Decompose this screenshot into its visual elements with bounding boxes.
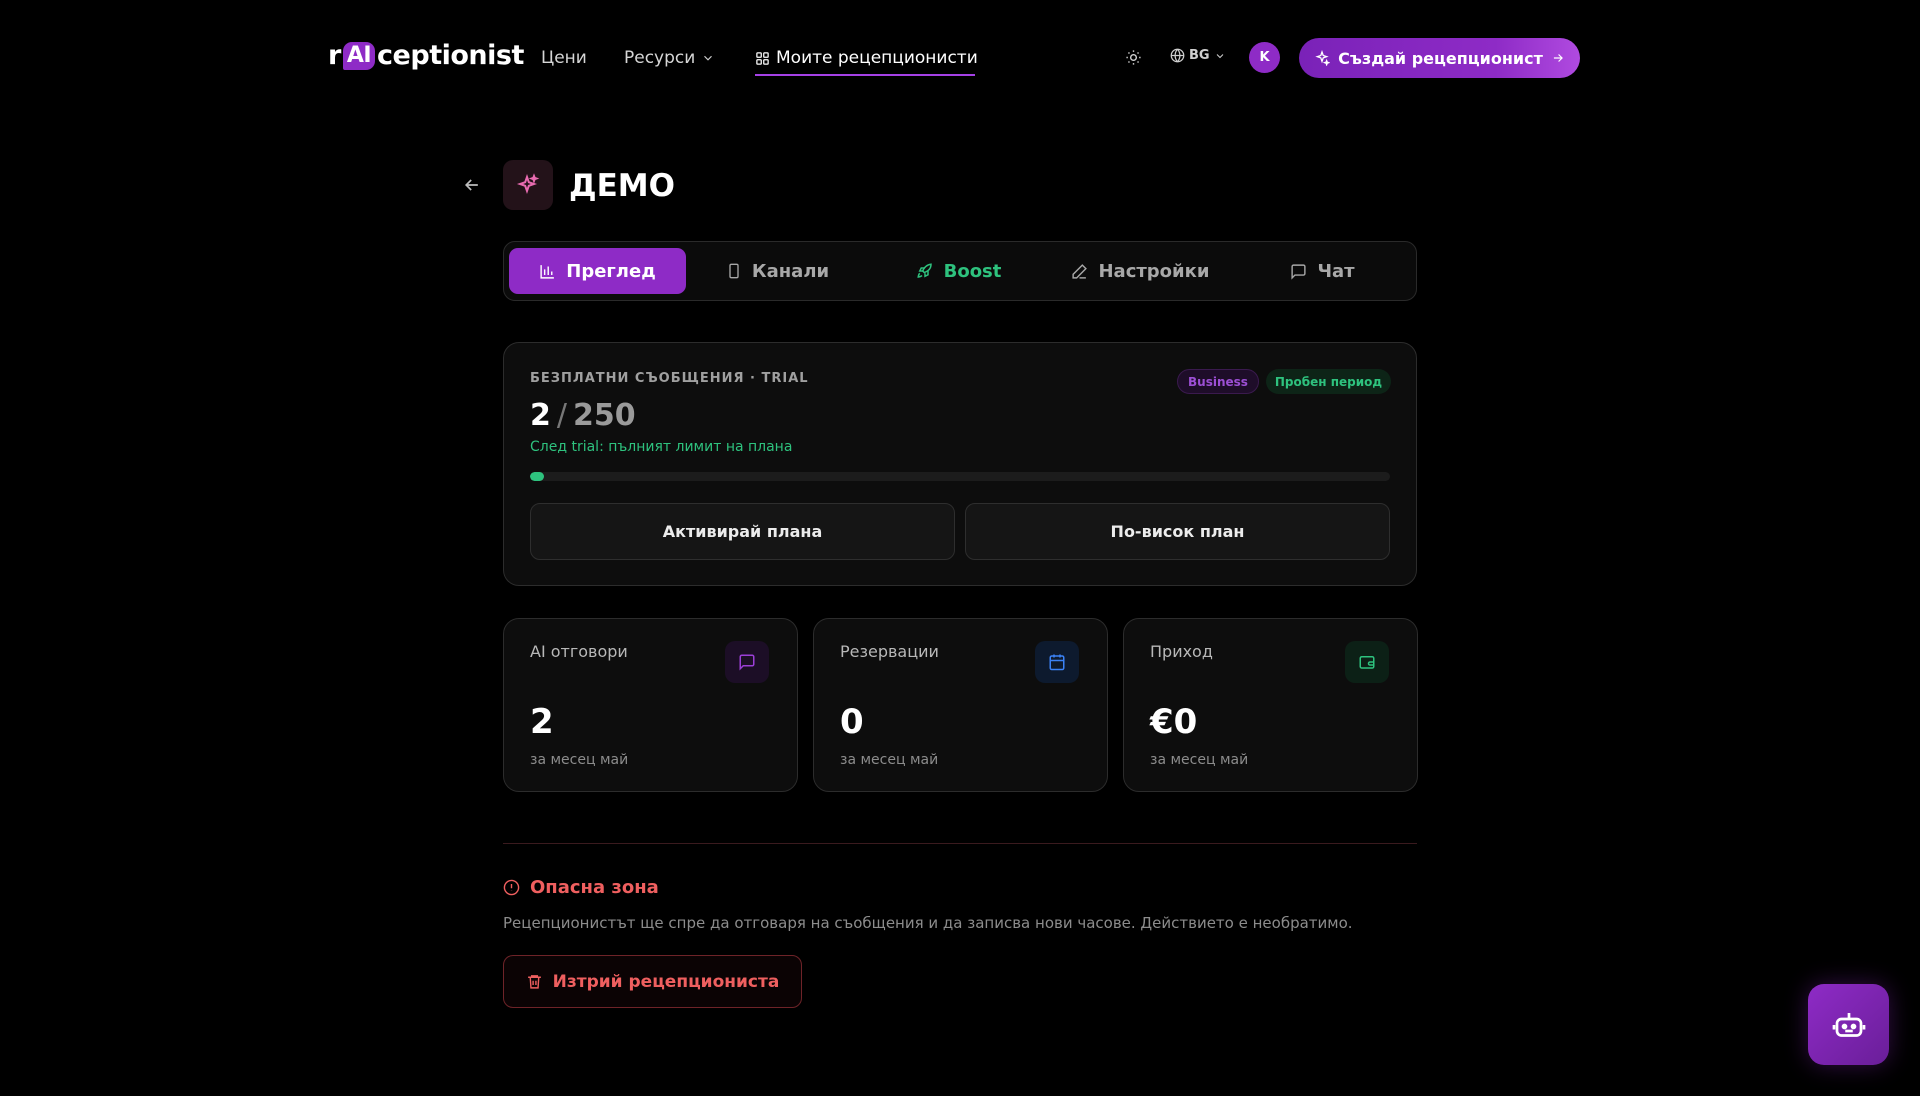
page-title: ДЕМО	[569, 168, 675, 204]
usage-progress-bar	[530, 472, 1390, 481]
tab-settings-label: Настройки	[1098, 260, 1210, 282]
status-badge: Пробен период	[1266, 369, 1391, 394]
trash-icon	[527, 975, 541, 989]
nav-pricing[interactable]: Цени	[541, 48, 587, 68]
language-selector[interactable]: BG	[1170, 48, 1226, 63]
tab-channels-label: Канали	[751, 260, 830, 282]
alert-circle-icon	[503, 879, 520, 896]
stat-label: AI отговори	[530, 642, 628, 661]
create-receptionist-label: Създай рецепционист	[1338, 48, 1543, 68]
nav-pricing-label: Цени	[541, 48, 587, 68]
sun-icon	[1126, 50, 1141, 65]
bot-icon	[1832, 1012, 1865, 1037]
nav-my-receptionists[interactable]: Моите рецепционисти	[755, 48, 978, 68]
upgrade-plan-label: По-висок план	[1110, 522, 1245, 541]
arrow-left-icon	[464, 179, 478, 191]
upgrade-plan-button[interactable]: По-висок план	[965, 503, 1390, 560]
avatar[interactable]: K	[1249, 42, 1280, 73]
logo-ai-mark: AI	[342, 41, 376, 70]
danger-zone-text: Рецепционистът ще спре да отговаря на съ…	[503, 914, 1353, 932]
usage-total: 250	[572, 398, 636, 433]
usage-note: След trial: пълният лимит на плана	[530, 439, 793, 455]
stat-label: Резервации	[840, 642, 939, 661]
tab-channels[interactable]: Канали	[689, 248, 866, 294]
calendar-icon	[1035, 641, 1079, 683]
stat-sub: за месец май	[530, 752, 629, 768]
tab-settings[interactable]: Настройки	[1052, 248, 1229, 294]
logo-suffix: ceptionist	[377, 40, 524, 71]
usage-label: БЕЗПЛАТНИ СЪОБЩЕНИЯ · TRIAL	[530, 371, 809, 386]
activate-plan-button[interactable]: Активирай плана	[530, 503, 955, 560]
globe-icon	[1170, 48, 1185, 63]
usage-count: 2 / 250	[530, 398, 636, 433]
phone-icon	[729, 263, 739, 279]
pencil-icon	[1072, 263, 1088, 279]
chatbot-launcher[interactable]	[1808, 984, 1889, 1065]
tab-chat[interactable]: Чат	[1234, 248, 1411, 294]
language-label: BG	[1189, 48, 1210, 63]
tab-overview-label: Преглед	[566, 260, 656, 282]
delete-receptionist-button[interactable]: Изтрий рецепциониста	[503, 955, 802, 1008]
wallet-icon	[1345, 641, 1389, 683]
create-receptionist-button[interactable]: Създай рецепционист	[1299, 38, 1580, 78]
bar-chart-icon	[540, 264, 555, 279]
danger-divider	[503, 843, 1417, 844]
nav-resources-label: Ресурси	[624, 48, 696, 68]
nav-resources[interactable]: Ресурси	[624, 48, 715, 68]
stat-label: Приход	[1150, 642, 1213, 661]
nav-my-receptionists-label: Моите рецепционисти	[776, 48, 978, 68]
usage-used: 2	[530, 398, 551, 433]
chevron-down-icon	[704, 55, 713, 61]
usage-progress-fill	[530, 472, 544, 481]
back-button[interactable]	[462, 175, 482, 199]
rocket-icon	[916, 263, 932, 278]
message-icon	[725, 641, 769, 683]
plan-badge: Business	[1177, 369, 1259, 394]
tab-boost-label: Boost	[943, 260, 1002, 282]
message-icon	[1291, 263, 1307, 280]
tab-chat-label: Чат	[1317, 260, 1355, 282]
chevron-down-icon	[1216, 53, 1223, 58]
stat-value: 2	[530, 702, 554, 742]
stat-sub: за месец май	[840, 752, 939, 768]
receptionist-icon	[503, 160, 553, 210]
nav-active-underline	[755, 74, 975, 76]
delete-receptionist-label: Изтрий рецепциониста	[552, 971, 780, 992]
sparkles-icon	[516, 173, 540, 195]
logo[interactable]: r AI ceptionist	[328, 40, 524, 71]
usage-separator: /	[556, 398, 567, 433]
sparkles-icon	[1315, 50, 1331, 66]
stat-value: €0	[1150, 702, 1198, 742]
activate-plan-label: Активирай плана	[662, 522, 823, 541]
danger-zone-title: Опасна зона	[503, 877, 659, 898]
stat-value: 0	[840, 702, 864, 742]
grid-icon	[756, 51, 769, 65]
danger-zone-title-label: Опасна зона	[530, 877, 659, 898]
stat-sub: за месец май	[1150, 752, 1249, 768]
tab-boost[interactable]: Boost	[870, 248, 1047, 294]
theme-toggle[interactable]	[1125, 49, 1142, 66]
logo-prefix: r	[328, 40, 341, 71]
arrow-right-icon	[1553, 54, 1563, 62]
tab-overview[interactable]: Преглед	[509, 248, 686, 294]
